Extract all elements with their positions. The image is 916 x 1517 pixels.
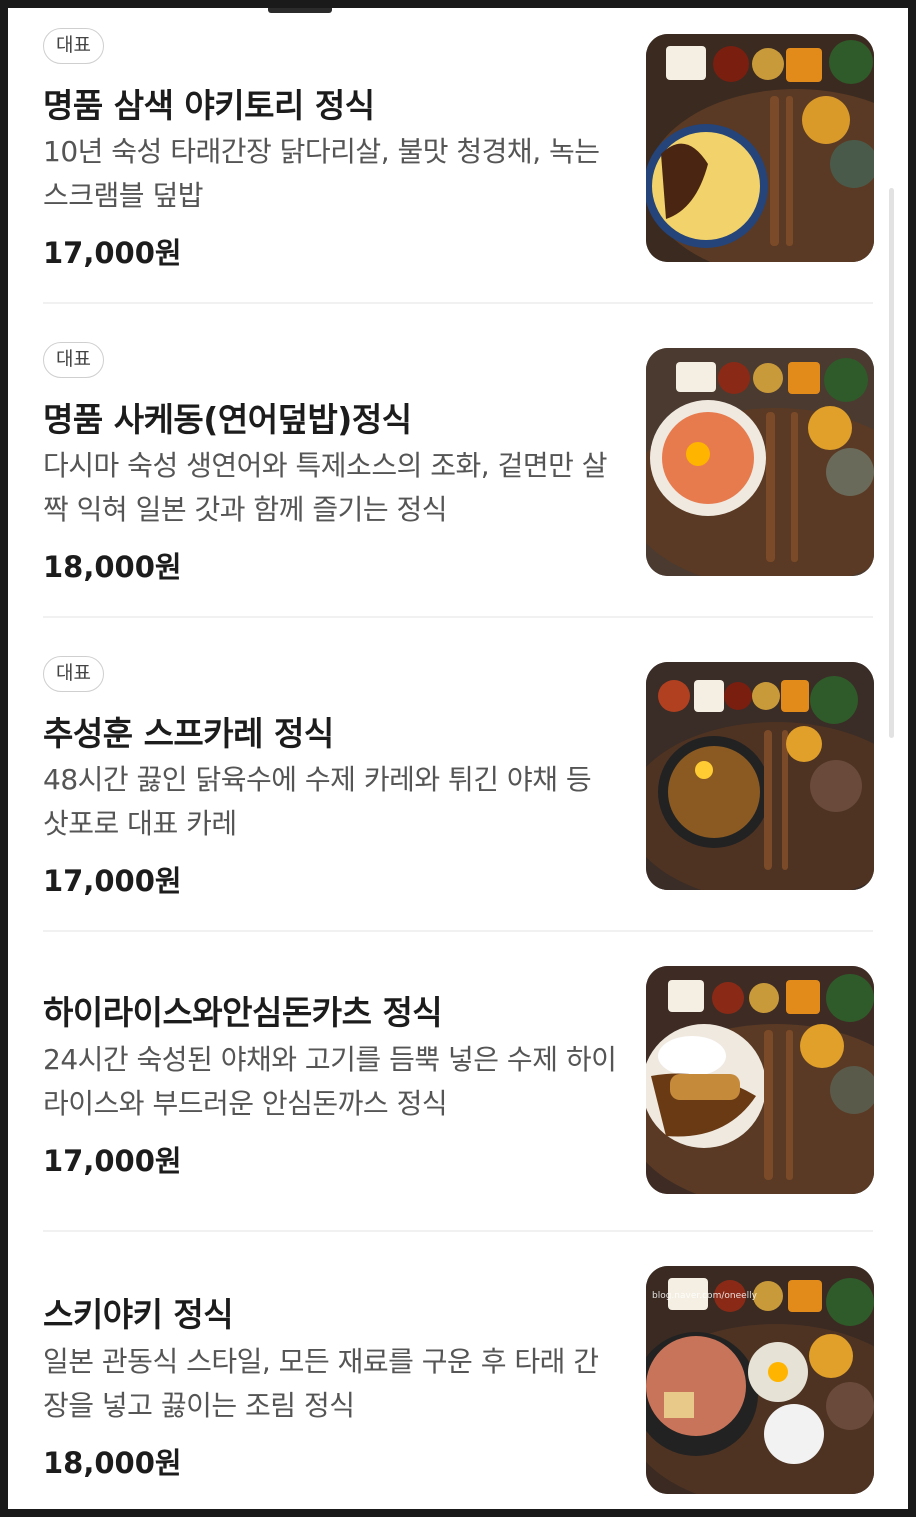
menu-item-price: 17,000원: [43, 236, 182, 270]
menu-item-description: 10년 숙성 타래간장 닭다리살, 불맛 청경채, 녹는 스크램블 덮밥: [43, 135, 600, 212]
menu-item-name: 추성훈 스프카레 정식: [43, 714, 334, 753]
menu-item[interactable]: 스키야키 정식 일본 관동식 스타일, 모든 재료를 구운 후 타래 간장을 넣…: [43, 1266, 874, 1506]
menu-item-name: 명품 삼색 야키토리 정식: [43, 86, 375, 125]
menu-item[interactable]: 하이라이스와안심돈카츠 정식 24시간 숙성된 야채와 고기를 듬뿍 넣은 수제…: [43, 966, 874, 1248]
menu-item-photo[interactable]: [646, 966, 874, 1194]
item-divider: [43, 1230, 873, 1232]
menu-item-name: 하이라이스와안심돈카츠 정식: [43, 993, 443, 1032]
menu-item-name: 스키야키 정식: [43, 1295, 234, 1334]
menu-item-description: 다시마 숙성 생연어와 특제소스의 조화, 겉면만 살짝 익혀 일본 갓과 함께…: [43, 449, 608, 526]
menu-list-screen: 대표 명품 삼색 야키토리 정식 10년 숙성 타래간장 닭다리살, 불맛 청경…: [8, 8, 908, 1509]
menu-item-name: 명품 사케동(연어덮밥)정식: [43, 400, 412, 439]
photo-watermark: blog.naver.com/oneelly: [652, 1291, 758, 1301]
signature-badge: 대표: [43, 28, 104, 64]
menu-item-price: 17,000원: [43, 1144, 182, 1178]
menu-item-description: 24시간 숙성된 야채와 고기를 듬뿍 넣은 수제 하이라이스와 부드러운 안심…: [43, 1043, 617, 1120]
menu-item-price: 18,000원: [43, 1446, 182, 1480]
menu-item-price: 18,000원: [43, 550, 182, 584]
menu-item-description: 일본 관동식 스타일, 모든 재료를 구운 후 타래 간장을 넣고 끓이는 조림…: [43, 1345, 599, 1422]
item-divider: [43, 616, 873, 618]
menu-item[interactable]: 대표 명품 삼색 야키토리 정식 10년 숙성 타래간장 닭다리살, 불맛 청경…: [43, 26, 874, 304]
menu-item[interactable]: 대표 명품 사케동(연어덮밥)정식 다시마 숙성 생연어와 특제소스의 조화, …: [43, 340, 874, 618]
menu-item-photo[interactable]: [646, 34, 874, 262]
scrollbar[interactable]: [889, 188, 894, 738]
item-divider: [43, 302, 873, 304]
menu-item[interactable]: 대표 추성훈 스프카레 정식 48시간 끓인 닭육수에 수제 카레와 튀긴 야채…: [43, 654, 874, 932]
menu-item-photo[interactable]: blog.naver.com/oneelly: [646, 1266, 874, 1494]
item-divider: [43, 930, 873, 932]
menu-item-description: 48시간 끓인 닭육수에 수제 카레와 튀긴 야채 등 삿포로 대표 카레: [43, 763, 592, 840]
menu-item-photo[interactable]: [646, 662, 874, 890]
sheet-drag-handle[interactable]: [268, 8, 332, 13]
menu-item-price: 17,000원: [43, 864, 182, 898]
signature-badge: 대표: [43, 656, 104, 692]
menu-item-photo[interactable]: [646, 348, 874, 576]
signature-badge: 대표: [43, 342, 104, 378]
